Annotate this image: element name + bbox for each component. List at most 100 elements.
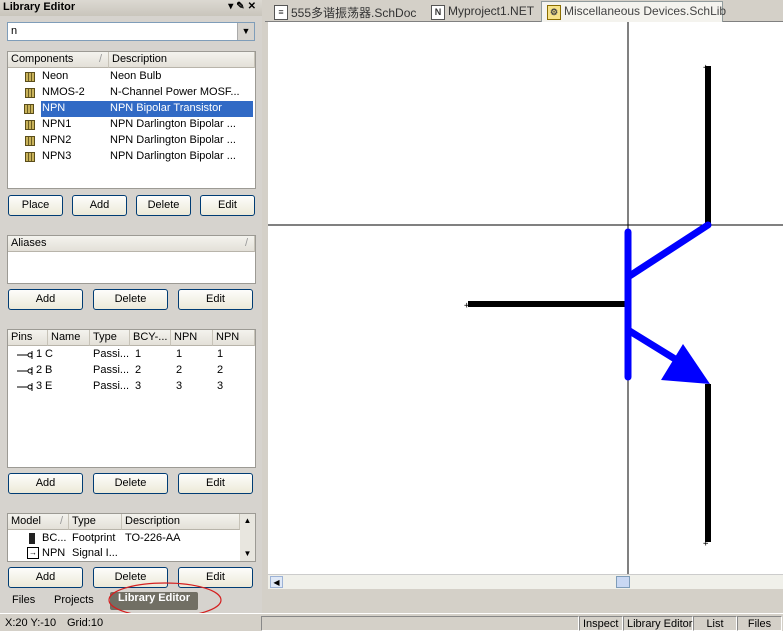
model-name: NPN: [42, 547, 66, 559]
component-chip-icon: [24, 104, 34, 114]
schematic-canvas[interactable]: + + +: [268, 22, 783, 574]
status-bar: X:20 Y:-10 Grid:10 Inspect Library Edito…: [0, 613, 783, 631]
scroll-up-icon[interactable]: ▲: [240, 514, 255, 528]
tab-schlib[interactable]: ⚙ Miscellaneous Devices.SchLib: [541, 1, 726, 22]
close-icon[interactable]: ✕: [248, 1, 259, 12]
component-description: NPN Darlington Bipolar ...: [110, 134, 236, 146]
list-item[interactable]: NPN3 NPN Darlington Bipolar ...: [9, 149, 254, 165]
pin-icon: [17, 382, 33, 392]
pin-col-c: 3: [217, 380, 224, 392]
status-list[interactable]: List: [693, 616, 737, 631]
pin-type: Passi...: [93, 380, 130, 392]
column-header-type[interactable]: Type: [69, 514, 122, 530]
list-item[interactable]: NPN NPN Bipolar Transistor: [24, 101, 253, 117]
pin-col-a: 3: [135, 380, 142, 392]
component-name: NPN2: [42, 134, 72, 146]
list-item[interactable]: Neon Neon Bulb: [9, 69, 254, 85]
column-header-part[interactable]: NPN: [171, 330, 213, 346]
panel-title: Library Editor: [3, 1, 76, 13]
column-header-description[interactable]: Description: [109, 52, 255, 68]
scroll-left-icon[interactable]: ◀: [270, 576, 283, 588]
pin-name: E: [45, 380, 53, 392]
status-inspect[interactable]: Inspect: [579, 616, 623, 631]
component-description: NPN Darlington Bipolar ...: [110, 118, 236, 130]
component-chip-icon: [25, 88, 35, 98]
column-header-pins[interactable]: Pins: [8, 330, 48, 346]
column-header-type[interactable]: Type: [90, 330, 130, 346]
model-description: TO-226-AA: [125, 532, 181, 544]
collector-line: [624, 221, 712, 281]
filter-input[interactable]: n: [11, 25, 17, 37]
table-row[interactable]: 1 C Passi... 1 1 1: [9, 347, 254, 363]
comp-edit-button[interactable]: Edit: [200, 195, 255, 216]
model-type: Signal I...: [72, 547, 118, 559]
svg-text:+: +: [464, 301, 470, 311]
component-name: NPN1: [42, 118, 72, 130]
panel-splitter[interactable]: [262, 0, 265, 613]
components-list[interactable]: Components / Description Neon Neon Bulb NMO…: [7, 51, 256, 189]
column-header-name[interactable]: Name: [48, 330, 90, 346]
comp-delete-button[interactable]: Delete: [136, 195, 191, 216]
pin-add-button[interactable]: Add: [8, 473, 83, 494]
alias-add-button[interactable]: Add: [8, 289, 83, 310]
table-row[interactable]: 3 E Passi... 3 3 3: [9, 379, 254, 395]
list-item[interactable]: NMOS-2 N-Channel Power MOSF...: [9, 85, 254, 101]
list-item[interactable]: NPN1 NPN Darlington Bipolar ...: [9, 117, 254, 133]
vertical-scrollbar[interactable]: ▲ ▼: [240, 514, 255, 561]
component-description: N-Channel Power MOSF...: [110, 86, 240, 98]
emitter-arrow: [661, 344, 710, 384]
tab-files[interactable]: Files: [6, 593, 41, 609]
tab-projects[interactable]: Projects: [48, 593, 100, 609]
pin-number: 3: [36, 380, 43, 392]
models-list[interactable]: Model / Type Description BC... Footprint TO…: [7, 513, 256, 562]
model-type: Footprint: [72, 532, 116, 544]
tab-net[interactable]: N Myproject1.NET: [426, 2, 538, 21]
alias-edit-button[interactable]: Edit: [178, 289, 253, 310]
component-name: NMOS-2: [42, 86, 85, 98]
filter-combobox[interactable]: n ▼: [7, 22, 255, 41]
table-row[interactable]: 2 B Passi... 2 2 2: [9, 363, 254, 379]
pin-edit-button[interactable]: Edit: [178, 473, 253, 494]
pin-icon: [17, 366, 33, 376]
status-files[interactable]: Files: [737, 616, 782, 631]
comp-add-button[interactable]: Add: [72, 195, 127, 216]
column-header-part[interactable]: NPN: [213, 330, 255, 346]
pin-col-c: 1: [217, 348, 224, 360]
column-header-part[interactable]: BCY-...: [130, 330, 171, 346]
schlib-icon: ⚙: [547, 5, 561, 20]
pin-col-c: 2: [217, 364, 224, 376]
tab-schdoc[interactable]: ≡ 555多谐振荡器.SchDoc: [269, 2, 419, 21]
pin-number: 2: [36, 364, 43, 376]
column-header-aliases[interactable]: Aliases /: [8, 236, 255, 252]
aliases-list[interactable]: Aliases /: [7, 235, 256, 284]
status-grid: Grid:10: [67, 617, 104, 629]
component-name: NPN3: [42, 150, 72, 162]
model-name: BC...: [42, 532, 67, 544]
component-name: NPN: [42, 102, 66, 114]
pin-icon: [17, 350, 33, 360]
table-row[interactable]: BC... Footprint TO-226-AA: [9, 531, 239, 546]
horizontal-scrollbar[interactable]: ◀: [268, 574, 783, 589]
table-row[interactable]: → NPN Signal I...: [9, 546, 239, 561]
column-header-model[interactable]: Model /: [8, 514, 69, 530]
chevron-down-icon[interactable]: ▼: [237, 23, 254, 40]
svg-text:+: +: [703, 63, 709, 73]
model-add-button[interactable]: Add: [8, 567, 83, 588]
scroll-thumb[interactable]: [616, 576, 630, 588]
status-library-editor[interactable]: Library Editor: [623, 616, 693, 631]
column-header-model-description[interactable]: Description: [122, 514, 240, 530]
component-description: NPN Bipolar Transistor: [110, 102, 222, 114]
alias-delete-button[interactable]: Delete: [93, 289, 168, 310]
component-description: NPN Darlington Bipolar ...: [110, 150, 236, 162]
pin-icon[interactable]: ✎: [236, 1, 247, 12]
dropdown-icon[interactable]: ▾: [228, 1, 236, 12]
pins-list[interactable]: Pins Name Type BCY-... NPN NPN 1 C Passi... 1 1 1 2…: [7, 329, 256, 468]
pin-delete-button[interactable]: Delete: [93, 473, 168, 494]
component-chip-icon: [25, 136, 35, 146]
pin-col-b: 3: [176, 380, 183, 392]
column-header-components[interactable]: Components /: [8, 52, 109, 68]
status-spacer: [261, 616, 579, 631]
comp-place-button[interactable]: Place: [8, 195, 63, 216]
scroll-down-icon[interactable]: ▼: [240, 547, 255, 561]
list-item[interactable]: NPN2 NPN Darlington Bipolar ...: [9, 133, 254, 149]
